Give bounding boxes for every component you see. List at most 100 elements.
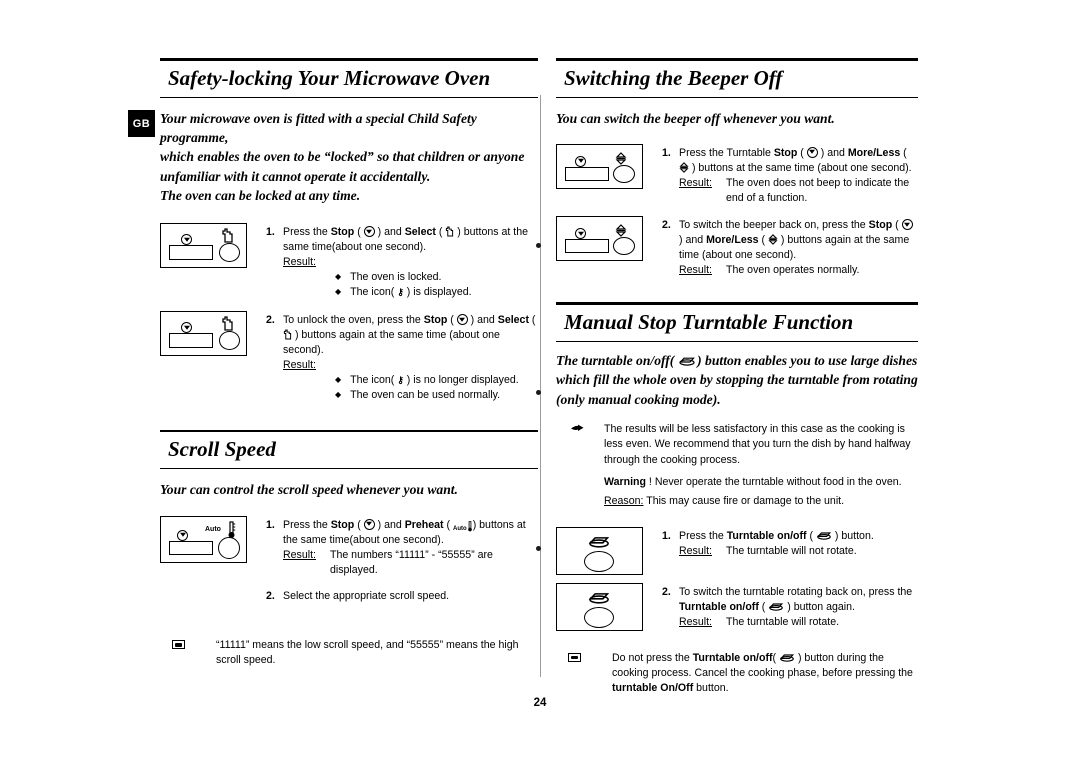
turntable-intro: The turntable on/off( ) button enables y… xyxy=(556,352,918,407)
result-row: Result: The turntable will rotate. xyxy=(679,615,918,630)
result-row: Result: The oven does not beep to indica… xyxy=(679,176,918,206)
hand-note-text: The results will be less satisfactory in… xyxy=(604,422,918,510)
heading-rule-bottom xyxy=(160,468,538,470)
step-instruction: To unlock the oven, press the Stop ( ) a… xyxy=(283,313,538,403)
select-hand-icon xyxy=(283,329,292,340)
heading-text: Scroll Speed xyxy=(168,437,276,462)
list-item: ◆ The icon( ⚷ ) is no longer displayed. xyxy=(283,373,538,388)
control-panel-illustration xyxy=(160,223,247,269)
panel-illustration-wrap: Auto xyxy=(160,515,266,563)
panel-illustration-wrap xyxy=(556,143,662,189)
step-text-block: 2. To switch the turntable rotating back… xyxy=(662,583,918,630)
result-bullets: ◆ The oven is locked. ◆ The icon( ⚷ ) is… xyxy=(283,270,538,300)
more-less-icon xyxy=(679,162,689,173)
diamond-bullet-icon: ◆ xyxy=(335,375,342,385)
lock-key-icon: ⚷ xyxy=(397,375,404,386)
note-block: “11111” means the low scroll speed, and … xyxy=(160,638,538,668)
panel-illustration-wrap xyxy=(556,526,662,575)
panel-illustration-wrap xyxy=(160,223,266,269)
dial-knob xyxy=(218,536,240,559)
result-value: The numbers “11111” - “55555” are displa… xyxy=(329,549,493,577)
result-label-row: Result: xyxy=(283,256,316,269)
column-divider-rule xyxy=(540,95,541,677)
note-box-icon xyxy=(556,651,612,662)
note-text: “11111” means the low scroll speed, and … xyxy=(216,639,519,667)
select-hand-icon xyxy=(445,226,454,237)
display-window xyxy=(565,166,609,181)
turntable-icon xyxy=(816,530,832,540)
panel-illustration-wrap xyxy=(160,311,266,357)
section-heading-beeper-off: Switching the Beeper Off xyxy=(556,58,918,98)
dial-knob xyxy=(613,164,635,183)
step-block: 1. Press the Turntable Stop ( ) and More… xyxy=(556,143,918,206)
step-number: 2. xyxy=(662,585,671,598)
step-block: 2. To unlock the oven, press the Stop ( … xyxy=(160,311,538,403)
bullet-text: The icon( ⚷ ) is no longer displayed. xyxy=(350,374,519,387)
result-bullets: ◆ The icon( ⚷ ) is no longer displayed. … xyxy=(283,373,538,403)
page-number: 24 xyxy=(533,697,547,709)
turntable-icon xyxy=(768,601,784,611)
display-window xyxy=(169,245,213,261)
auto-label: Auto xyxy=(205,525,221,533)
list-item: ◆ The oven is locked. xyxy=(283,270,538,285)
dial-knob xyxy=(584,606,614,628)
reason-line: Reason: This may cause fire or damage to… xyxy=(604,495,845,508)
step-number: 1. xyxy=(266,518,275,531)
control-panel-illustration xyxy=(556,143,643,189)
heading-text: Safety-locking Your Microwave Oven xyxy=(168,65,491,90)
result-label-row: Result: xyxy=(283,359,316,372)
note-box-icon xyxy=(160,638,216,650)
result-value: The turntable will rotate. xyxy=(725,615,840,628)
dial-knob xyxy=(584,550,614,572)
stop-icon xyxy=(456,314,468,326)
turntable-icon xyxy=(678,352,695,366)
panel-illustration-wrap xyxy=(556,216,662,262)
step-number: 2. xyxy=(266,590,275,603)
step-instruction: To switch the turntable rotating back on… xyxy=(679,585,918,630)
dial-knob xyxy=(219,331,240,351)
stop-icon xyxy=(363,518,375,530)
stop-icon xyxy=(806,146,818,158)
bullet-text: The oven is locked. xyxy=(350,271,442,284)
step-block: Auto 1. Press the Stop () and Preheat (… xyxy=(160,515,538,579)
result-value: The oven does not beep to indicate the e… xyxy=(725,177,910,205)
result-row: Result: The turntable will not rotate. xyxy=(679,544,918,559)
heading-rule-bottom xyxy=(556,340,918,342)
heading-text: Manual Stop Turntable Function xyxy=(564,309,854,334)
warning-line: Warning ! Never operate the turntable wi… xyxy=(604,475,902,488)
turntable-icon xyxy=(779,652,795,662)
document-page: GB Safety-locking Your Microwave Oven Yo… xyxy=(0,0,1080,763)
bullet-text: The oven can be used normally. xyxy=(350,389,501,402)
hand-note-block: The results will be less satisfactory in… xyxy=(556,422,918,510)
step-instruction: Press the Turntable Stop ( ) and More/Le… xyxy=(679,146,918,206)
hand-note-paragraph: The results will be less satisfactory in… xyxy=(604,422,911,466)
select-hand-icon-svg xyxy=(222,228,233,243)
step-instruction: To switch the beeper back on, press the … xyxy=(679,218,918,278)
result-row: Result: The oven operates normally. xyxy=(679,263,918,278)
step-block: 1. Press the Turntable on/off ( ) button… xyxy=(556,526,918,575)
diamond-bullet-icon: ◆ xyxy=(335,287,342,297)
step-text-block: 1. Press the Turntable on/off ( ) button… xyxy=(662,527,918,559)
list-item: ◆ The oven can be used normally. xyxy=(283,388,538,403)
scroll-speed-intro: Your can control the scroll speed whenev… xyxy=(160,482,458,498)
display-window xyxy=(169,540,213,555)
locale-badge: GB xyxy=(128,110,155,137)
display-window xyxy=(169,333,213,349)
step-text-block: 1. Press the Stop ( ) and Select ( ) but… xyxy=(266,223,538,300)
list-item: ◆ The icon( ⚷ ) is displayed. xyxy=(283,285,538,300)
control-panel-illustration xyxy=(160,311,247,357)
pointing-hand-icon xyxy=(556,422,604,439)
right-column: Switching the Beeper Off You can switch … xyxy=(556,58,918,696)
dial-knob xyxy=(613,237,635,256)
safety-locking-intro: Your microwave oven is fitted with a spe… xyxy=(160,110,525,203)
step-block: 1. Press the Stop ( ) and Select ( ) but… xyxy=(160,223,538,300)
result-value: The turntable will not rotate. xyxy=(725,544,857,557)
step-text-block: 1. Press the Stop ( ) and Preheat ( Auto… xyxy=(266,516,538,579)
step-text-block: 2. To unlock the oven, press the Stop ( … xyxy=(266,311,538,403)
section-heading-manual-stop-turntable: Manual Stop Turntable Function xyxy=(556,302,918,342)
heading-rule-bottom xyxy=(160,96,538,98)
section-heading-scroll-speed: Scroll Speed xyxy=(160,429,538,470)
stop-icon xyxy=(901,219,913,231)
step-instruction: Select the appropriate scroll speed. xyxy=(283,590,450,603)
heading-rule-bottom xyxy=(556,96,918,98)
